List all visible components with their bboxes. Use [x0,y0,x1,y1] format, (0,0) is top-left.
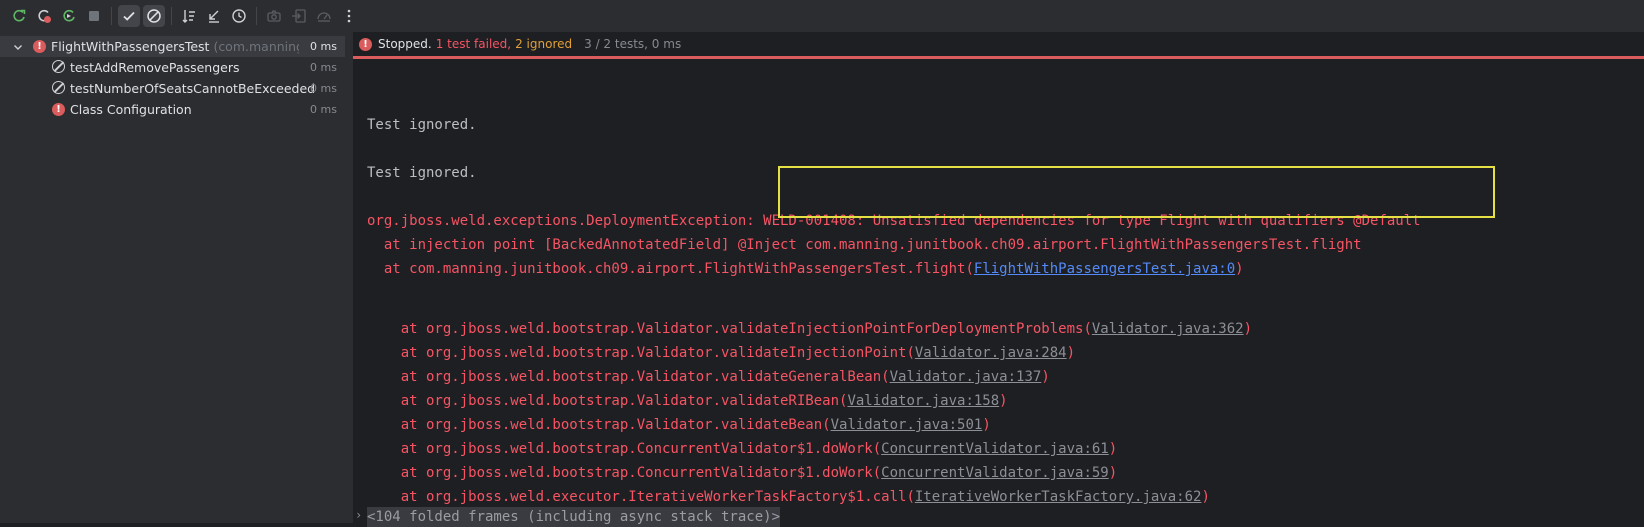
stack-text: ) [1201,489,1210,505]
test-tree-panel: ! FlightWithPassengersTest (com.manning.… [0,32,353,523]
source-link[interactable]: Validator.java:284 [915,345,1067,361]
stack-line: at injection point [BackedAnnotatedField… [367,237,1362,253]
test-output-panel: ! Stopped. 1 test failed, 2 ignored 3 / … [353,32,1644,527]
sort-alphabetically-icon[interactable] [178,5,200,27]
stack-text: ) [982,417,991,433]
stack-text: ) [1243,321,1253,337]
sort-by-duration-icon[interactable] [203,5,225,27]
toggle-auto-test-icon[interactable] [58,5,80,27]
console-line: Test ignored. [367,165,477,181]
history-icon[interactable] [228,5,250,27]
stack-frame: at org.jboss.weld.bootstrap.ConcurrentVa… [367,463,1117,483]
test-duration: 0 ms [310,40,337,53]
stack-frame: at org.jboss.weld.bootstrap.Validator.va… [367,343,1075,363]
tree-item-test[interactable]: testAddRemovePassengers 0 ms [0,57,345,78]
folded-frames[interactable]: <104 folded frames (including async stac… [367,507,781,527]
test-duration: 0 ms [310,103,337,116]
stack-frame: at org.jboss.weld.bootstrap.Validator.va… [367,391,1008,411]
chevron-down-icon[interactable] [12,41,24,56]
toolbar-separator [111,7,112,25]
source-link[interactable]: Validator.java:362 [1092,321,1244,337]
source-link[interactable]: ConcurrentValidator.java:59 [881,465,1109,481]
stop-icon[interactable] [83,5,105,27]
stack-text: at org.jboss.weld.bootstrap.Validator.va… [367,417,831,433]
rerun-icon[interactable] [8,5,30,27]
stack-text: at org.jboss.weld.bootstrap.Validator.va… [367,345,915,361]
stack-text: at org.jboss.weld.executor.IterativeWork… [367,489,915,505]
error-icon: ! [52,103,65,116]
error-icon: ! [359,37,372,51]
source-link[interactable]: IterativeWorkerTaskFactory.java:62 [915,489,1202,505]
stack-text: at org.jboss.weld.bootstrap.Validator.va… [367,393,848,409]
status-stopped: Stopped. [378,37,432,51]
console-line: Test ignored. [367,117,477,133]
stack-text: ) [1235,261,1244,277]
stack-text: ) [1108,465,1118,481]
stack-text: at org.jboss.weld.bootstrap.ConcurrentVa… [367,441,882,457]
toolbar-separator [171,7,172,25]
export-icon[interactable] [313,5,335,27]
test-runner-toolbar [0,0,1644,32]
ignored-icon [52,60,65,73]
status-failed-count: 1 test failed, [435,37,512,51]
stack-text: at org.jboss.weld.bootstrap.ConcurrentVa… [367,465,882,481]
chevron-right-icon[interactable]: › [355,508,362,522]
show-ignored-icon[interactable] [143,5,165,27]
stack-text: ) [1066,345,1076,361]
source-link[interactable]: Validator.java:158 [847,393,999,409]
stack-text: ) [1041,369,1050,385]
source-link[interactable]: FlightWithPassengersTest.java:0 [974,261,1235,277]
toolbar-separator [256,7,257,25]
test-status-bar: ! Stopped. 1 test failed, 2 ignored 3 / … [353,32,1644,56]
highlight-box [778,166,1495,218]
stack-frame: at org.jboss.weld.bootstrap.Validator.va… [367,319,1252,339]
import-icon[interactable] [288,5,310,27]
test-name: testAddRemovePassengers [70,60,240,75]
rerun-failed-icon[interactable] [33,5,55,27]
tree-item-test[interactable]: ! Class Configuration 0 ms [0,99,345,120]
source-link[interactable]: ConcurrentValidator.java:61 [881,441,1109,457]
show-passed-icon[interactable] [118,5,140,27]
error-icon: ! [33,40,46,53]
status-ignored-count: 2 ignored [515,37,573,51]
tree-root-test-class[interactable]: ! FlightWithPassengersTest (com.manning.… [0,36,345,57]
test-name: testNumberOfSeatsCannotBeExceeded [70,81,316,96]
stack-frame: at org.jboss.weld.bootstrap.Validator.va… [367,367,1050,387]
console-output[interactable]: Test ignored. Test ignored. org.jboss.we… [353,59,1644,527]
camera-icon[interactable] [263,5,285,27]
source-link[interactable]: Validator.java:137 [890,369,1042,385]
test-duration: 0 ms [310,61,337,74]
stack-text: ) [999,393,1008,409]
stack-text: at com.manning.junitbook.ch09.airport.Fl… [367,261,974,277]
source-link[interactable]: Validator.java:501 [831,417,983,433]
test-class-name: FlightWithPassengersTest [51,39,210,54]
stack-text: at org.jboss.weld.bootstrap.Validator.va… [367,321,1092,337]
ignored-icon [52,81,65,94]
tree-root-label: FlightWithPassengersTest (com.manning.ju… [51,39,299,54]
test-duration: 0 ms [310,82,337,95]
stack-text: ) [1108,441,1118,457]
stack-line: at com.manning.junitbook.ch09.airport.Fl… [367,259,1244,279]
status-summary: 3 / 2 tests, 0 ms [584,37,682,51]
test-name: Class Configuration [70,102,192,117]
stack-frame: at org.jboss.weld.bootstrap.Validator.va… [367,415,991,435]
stack-text: at org.jboss.weld.bootstrap.Validator.va… [367,369,890,385]
tree-item-test[interactable]: testNumberOfSeatsCannotBeExceeded 0 ms [0,78,345,99]
stack-frame: at org.jboss.weld.executor.IterativeWork… [367,487,1210,507]
test-class-package: (com.manning.junit [213,39,299,54]
stack-frame: at org.jboss.weld.bootstrap.ConcurrentVa… [367,439,1117,459]
more-icon[interactable] [338,5,360,27]
